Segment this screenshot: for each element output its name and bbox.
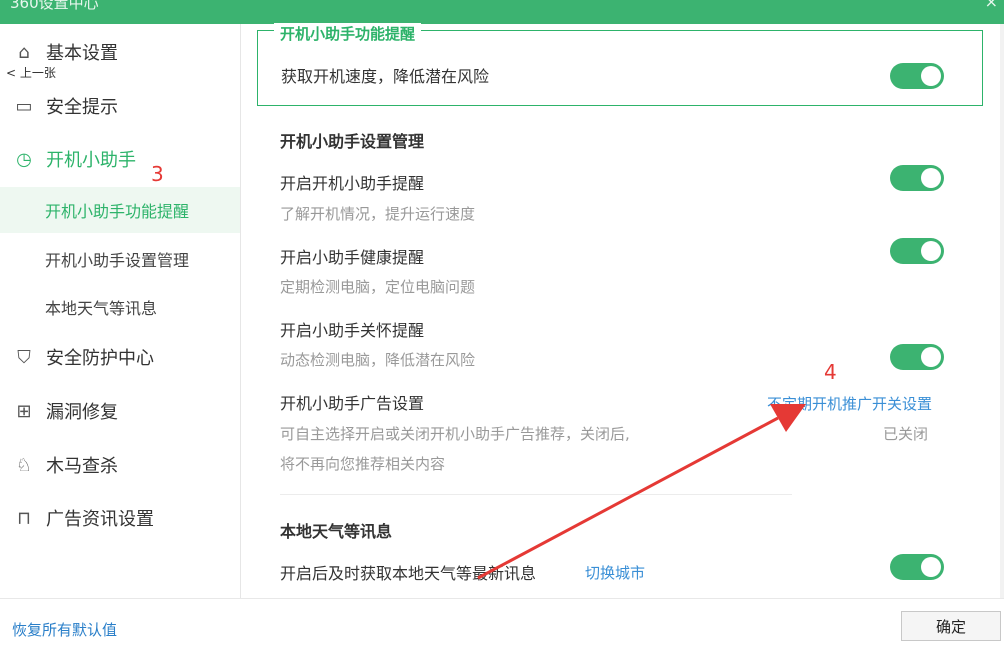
boot-reminder-toggle[interactable] — [890, 165, 944, 191]
ad-settings-desc-line1: 可自主选择开启或关闭开机小助手广告推荐，关闭后, — [280, 425, 630, 443]
ok-button[interactable]: 确定 — [901, 611, 1001, 641]
care-reminder-desc: 动态检测电脑，降低潜在风险 — [280, 351, 476, 369]
window-icon: ▭ — [15, 95, 33, 117]
boot-reminder-desc: 了解开机情况，提升运行速度 — [280, 205, 476, 223]
sidebar-item-label: 安全提示 — [46, 97, 118, 118]
sidebar-item-ad-settings[interactable]: ⊓ 广告资讯设置 — [0, 496, 240, 540]
sidebar-item-label: 安全防护中心 — [46, 348, 154, 369]
feature-reminder-group: 开机小助手功能提醒 获取开机速度，降低潜在风险 — [257, 23, 983, 106]
weather-toggle[interactable] — [890, 554, 944, 580]
health-reminder-desc: 定期检测电脑，定位电脑问题 — [280, 278, 476, 296]
title-bar: 360设置中心 × — [0, 0, 1004, 24]
sidebar-item-boot-assistant[interactable]: ◷ 开机小助手 — [0, 137, 240, 181]
feature-reminder-legend: 开机小助手功能提醒 — [274, 23, 422, 44]
health-reminder-title: 开启小助手健康提醒 — [280, 248, 425, 267]
horse-icon: ♘ — [15, 454, 33, 476]
footer: 恢复所有默认值 确定 — [0, 598, 1004, 655]
feature-toggle[interactable] — [890, 63, 944, 89]
management-section-title: 开机小助手设置管理 — [280, 132, 425, 151]
sidebar-item-label: 木马查杀 — [46, 456, 118, 477]
ad-status: 已关闭 — [883, 425, 929, 443]
sidebar-item-protection-center[interactable]: ⛉ 安全防护中心 — [0, 335, 240, 379]
promo-switch-link[interactable]: 不定期开机推广开关设置 — [767, 393, 932, 414]
sidebar-item-label: 漏洞修复 — [46, 402, 118, 423]
home-icon: ⌂ — [18, 41, 30, 63]
patch-icon: ⊞ — [16, 400, 32, 422]
sidebar-item-label: 开机小助手 — [46, 150, 136, 171]
feature-row-title: 获取开机速度，降低潜在风险 — [281, 67, 490, 86]
close-icon[interactable]: × — [985, 0, 998, 11]
ad-settings-title: 开机小助手广告设置 — [280, 394, 425, 413]
prev-link[interactable]: < 上一张 — [6, 64, 56, 81]
sidebar-item-label: 广告资讯设置 — [46, 509, 154, 530]
sidebar-item-vulnerability-fix[interactable]: ⊞ 漏洞修复 — [0, 389, 240, 433]
scrollbar[interactable] — [1000, 24, 1004, 598]
ad-settings-desc-line2: 将不再向您推荐相关内容 — [280, 455, 446, 473]
weather-section-title: 本地天气等讯息 — [280, 522, 393, 541]
sidebar-item-label: 基本设置 — [46, 43, 118, 64]
bookmark-icon: ⊓ — [16, 507, 32, 529]
annotation-step-4: 4 — [824, 360, 837, 384]
boot-reminder-title: 开启开机小助手提醒 — [280, 174, 425, 193]
care-reminder-title: 开启小助手关怀提醒 — [280, 321, 425, 340]
sidebar: ⌂ 基本设置 < 上一张 ▭ 安全提示 ◷ 开机小助手 开机小助手功能提醒 开机… — [0, 24, 241, 598]
switch-city-link[interactable]: 切换城市 — [585, 562, 645, 583]
content-panel: 开机小助手功能提醒 获取开机速度，降低潜在风险 开机小助手设置管理 开启开机小助… — [241, 23, 1004, 598]
sidebar-subitem-settings-management[interactable]: 开机小助手设置管理 — [0, 236, 240, 282]
shield-icon: ⛉ — [17, 346, 31, 368]
sidebar-item-security-tips[interactable]: ▭ 安全提示 — [0, 84, 240, 128]
sidebar-item-trojan-scan[interactable]: ♘ 木马查杀 — [0, 443, 240, 487]
weather-row-title: 开启后及时获取本地天气等最新讯息 — [280, 564, 537, 583]
sidebar-subitem-weather[interactable]: 本地天气等讯息 — [0, 284, 240, 330]
clock-icon: ◷ — [16, 148, 32, 170]
health-reminder-toggle[interactable] — [890, 238, 944, 264]
restore-defaults-link[interactable]: 恢复所有默认值 — [12, 619, 117, 640]
section-divider — [280, 494, 792, 495]
window-title: 360设置中心 — [10, 0, 99, 12]
sidebar-subitem-feature-reminder[interactable]: 开机小助手功能提醒 — [0, 187, 240, 233]
annotation-step-3: 3 — [151, 162, 164, 186]
care-reminder-toggle[interactable] — [890, 344, 944, 370]
